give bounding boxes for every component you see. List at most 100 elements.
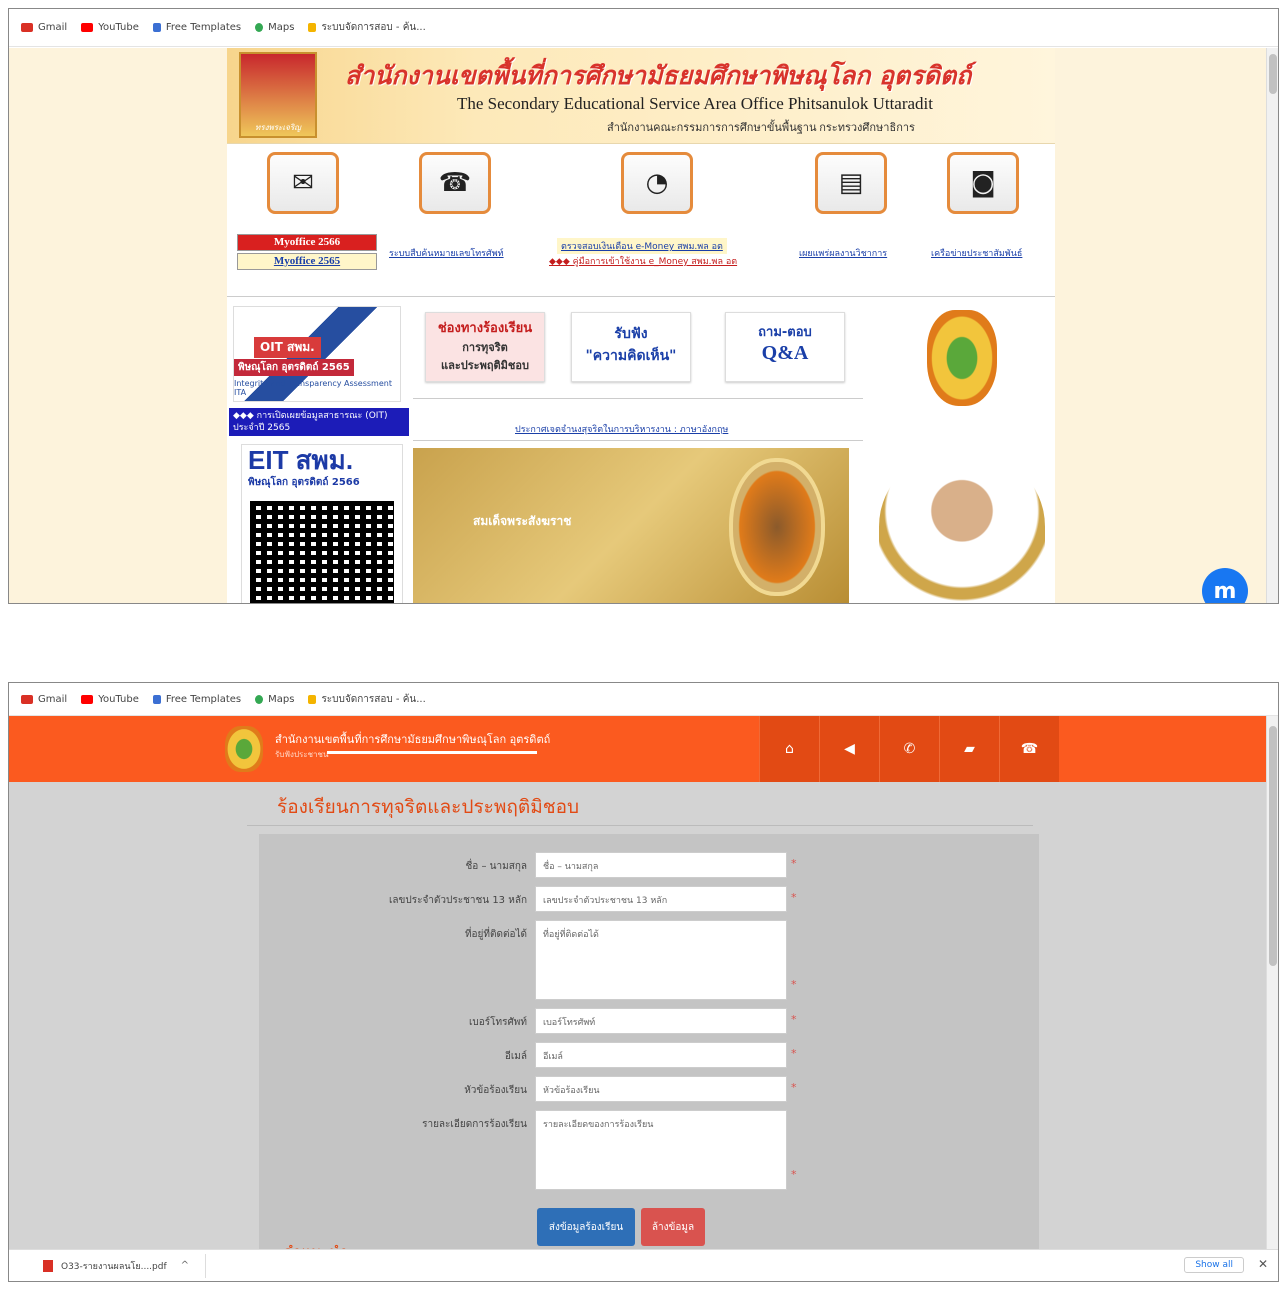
subject-label: หัวข้อร้องเรียน	[464, 1085, 527, 1096]
page-scrollbar[interactable]	[1266, 716, 1278, 1251]
seal-caption: ทรงพระเจริญ	[255, 123, 301, 132]
address-label: ที่อยู่ที่ติดต่อได้	[464, 929, 527, 940]
site-subtitle: สำนักงานคณะกรรมการการศึกษาขั้นพื้นฐาน กร…	[607, 122, 915, 134]
details-textarea[interactable]: รายละเอียดของการร้องเรียน	[535, 1110, 787, 1190]
header-nav: ⌂ ◀ ✆ ▰ ☎	[759, 716, 1059, 782]
complaint-title: ช่องทางร้องเรียน	[437, 321, 533, 336]
id-number-input[interactable]: เลขประจำตัวประชาชน 13 หลัก	[535, 886, 787, 912]
eit-banner[interactable]: EIT สพม. พิษณุโลก อุตรดิตถ์ 2566	[241, 444, 403, 603]
complaint-page-viewport: สำนักงานเขตพื้นที่การศึกษามัธยมศึกษาพิษณ…	[9, 716, 1267, 1251]
myoffice-2565-link[interactable]: Myoffice 2565	[237, 253, 377, 270]
page-scrollbar[interactable]	[1266, 48, 1278, 603]
bookmark-label: YouTube	[98, 22, 139, 33]
chevron-up-icon[interactable]: ^	[181, 1260, 189, 1271]
bookmark-maps[interactable]: Maps	[255, 694, 294, 705]
submit-complaint-button[interactable]: ส่งข้อมูลร้องเรียน	[537, 1208, 635, 1246]
phone-input[interactable]: เบอร์โทรศัพท์	[535, 1008, 787, 1034]
chat-icon[interactable]: ▰	[939, 716, 999, 782]
required-mark: *	[791, 978, 797, 991]
divider	[413, 398, 863, 399]
details-label: รายละเอียดการร้องเรียน	[422, 1119, 527, 1130]
oit-badge: OIT สพม.	[254, 337, 321, 358]
oit-disclosure-link[interactable]: ◆◆◆ การเปิดเผยข้อมูลสาธารณะ (OIT) ประจำป…	[229, 408, 409, 436]
phone-icon[interactable]: ☎	[999, 716, 1059, 782]
required-mark: *	[791, 857, 797, 870]
homepage-content: ทรงพระเจริญ สำนักงานเขตพื้นที่การศึกษามั…	[227, 48, 1055, 603]
emoney-manual-link[interactable]: ◆◆◆ คู่มือการเข้าใช้งาน e_Money สพม.พล อ…	[549, 254, 737, 268]
address-textarea[interactable]: ที่อยู่ที่ติดต่อได้	[535, 920, 787, 1000]
site-title-thai: สำนักงานเขตพื้นที่การศึกษามัธยมศึกษาพิษณ…	[345, 61, 972, 90]
ita-banner[interactable]: OIT สพม. พิษณุโลก อุตรดิตถ์ 2565 Integri…	[233, 306, 401, 402]
complaint-form-section: ร้องเรียนการทุจริตและประพฤติมิชอบ ชื่อ –…	[237, 782, 1043, 1251]
emoney-check-link[interactable]: ตรวจสอบเงินเดือน e-Money สพม.พล อต	[557, 238, 727, 254]
integrity-announcement-link[interactable]: ประกาศเจตจำนงสุจริตในการบริหารงาน : ภาษา…	[515, 422, 728, 436]
bookmark-maps[interactable]: Maps	[255, 22, 294, 33]
bookmark-free-templates[interactable]: Free Templates	[152, 694, 241, 705]
myoffice-2566-link[interactable]: Myoffice 2566	[237, 234, 377, 251]
qa-subtitle: Q&A	[761, 342, 809, 364]
phone-label: เบอร์โทรศัพท์	[468, 1017, 527, 1028]
required-mark: *	[791, 1081, 797, 1094]
bookmark-label: Free Templates	[165, 22, 242, 33]
name-input[interactable]: ชื่อ – นามสกุล	[535, 852, 787, 878]
complaint-channel-tile[interactable]: ช่องทางร้องเรียน การทุจริต และประพฤติมิช…	[425, 312, 545, 382]
complaint-line-2: การทุจริต	[462, 341, 508, 354]
required-mark: *	[791, 1168, 797, 1181]
folder-icon	[308, 694, 317, 704]
bookmark-youtube[interactable]: YouTube	[81, 694, 139, 705]
bookmark-gmail[interactable]: Gmail	[21, 694, 67, 705]
qr-code-image	[250, 501, 394, 603]
memorial-banner: สมเด็จพระสังฆราช	[413, 448, 849, 603]
eit-subtitle: พิษณุโลก อุตรดิตถ์ 2566	[248, 477, 360, 488]
bookmark-gmail[interactable]: Gmail	[21, 22, 67, 33]
bookmark-youtube[interactable]: YouTube	[81, 22, 139, 33]
templates-icon	[152, 694, 161, 704]
qa-tile[interactable]: ถาม-ตอบ Q&A	[725, 312, 845, 382]
folder-mail-icon[interactable]: ✉	[267, 152, 339, 214]
required-mark: *	[791, 1013, 797, 1026]
chart-icon[interactable]: ◔	[621, 152, 693, 214]
messenger-chat-icon[interactable]: m	[1202, 568, 1248, 603]
feedback-title: รับฟัง	[614, 326, 648, 342]
complaint-form: ชื่อ – นามสกุล ชื่อ – นามสกุล * เลขประจำ…	[259, 834, 1039, 1251]
pr-network-link[interactable]: เครือข่ายประชาสัมพันธ์	[931, 246, 1022, 260]
download-filename[interactable]: O33-รายงานผลนโย....pdf	[61, 1259, 167, 1273]
email-input[interactable]: อีเมล์	[535, 1042, 787, 1068]
required-mark: *	[791, 891, 797, 904]
homepage-viewport: ทรงพระเจริญ สำนักงานเขตพื้นที่การศึกษามั…	[9, 48, 1267, 603]
show-all-button[interactable]: Show all	[1184, 1257, 1244, 1273]
phone-directory-icon[interactable]: ☎	[419, 152, 491, 214]
header-title: สำนักงานเขตพื้นที่การศึกษามัธยมศึกษาพิษณ…	[275, 733, 551, 746]
site-logo[interactable]	[225, 726, 263, 772]
bookmark-exam-system[interactable]: ระบบจัดการสอบ - ค้น...	[308, 692, 426, 707]
scrollbar-thumb[interactable]	[1269, 726, 1277, 966]
templates-icon	[152, 23, 161, 32]
oit-area: พิษณุโลก อุตรดิตถ์ 2565	[234, 359, 354, 376]
bookmarks-bar: Gmail YouTube Free Templates Maps ระบบจั…	[9, 683, 1278, 716]
scrollbar-thumb[interactable]	[1269, 54, 1277, 94]
name-label: ชื่อ – นามสกุล	[465, 861, 527, 872]
header-underline	[327, 751, 537, 754]
bookmark-free-templates[interactable]: Free Templates	[152, 22, 242, 33]
user-contact-icon[interactable]: ✆	[879, 716, 939, 782]
bookmark-exam-system[interactable]: ระบบจัดการสอบ - ค้น...	[308, 20, 426, 35]
youtube-icon	[81, 23, 94, 32]
site-header: สำนักงานเขตพื้นที่การศึกษามัธยมศึกษาพิษณ…	[9, 716, 1267, 782]
announcement-icon[interactable]: ◀	[819, 716, 879, 782]
phone-search-link[interactable]: ระบบสืบค้นหมายเลขโทรศัพท์	[389, 246, 504, 260]
form-title: ร้องเรียนการทุจริตและประพฤติมิชอบ	[247, 782, 1033, 826]
maps-icon	[255, 694, 264, 704]
bookmark-label: Maps	[268, 22, 295, 33]
subject-input[interactable]: หัวข้อร้องเรียน	[535, 1076, 787, 1102]
bookmark-label: YouTube	[98, 693, 139, 705]
feedback-tile[interactable]: รับฟัง "ความคิดเห็น"	[571, 312, 691, 382]
academic-works-link[interactable]: เผยแพร่ผลงานวิชาการ	[799, 246, 887, 260]
id-label: เลขประจำตัวประชาชน 13 หลัก	[388, 895, 527, 906]
complaint-line-3: และประพฤติมิชอบ	[441, 359, 529, 372]
close-icon[interactable]: ✕	[1258, 1257, 1268, 1271]
royal-portrait-image: ทรงพระเจริญ	[239, 52, 317, 138]
books-icon[interactable]: ▤	[815, 152, 887, 214]
camera-icon[interactable]: ◙	[947, 152, 1019, 214]
clear-form-button[interactable]: ล้างข้อมูล	[641, 1208, 705, 1246]
home-icon[interactable]: ⌂	[759, 716, 819, 782]
